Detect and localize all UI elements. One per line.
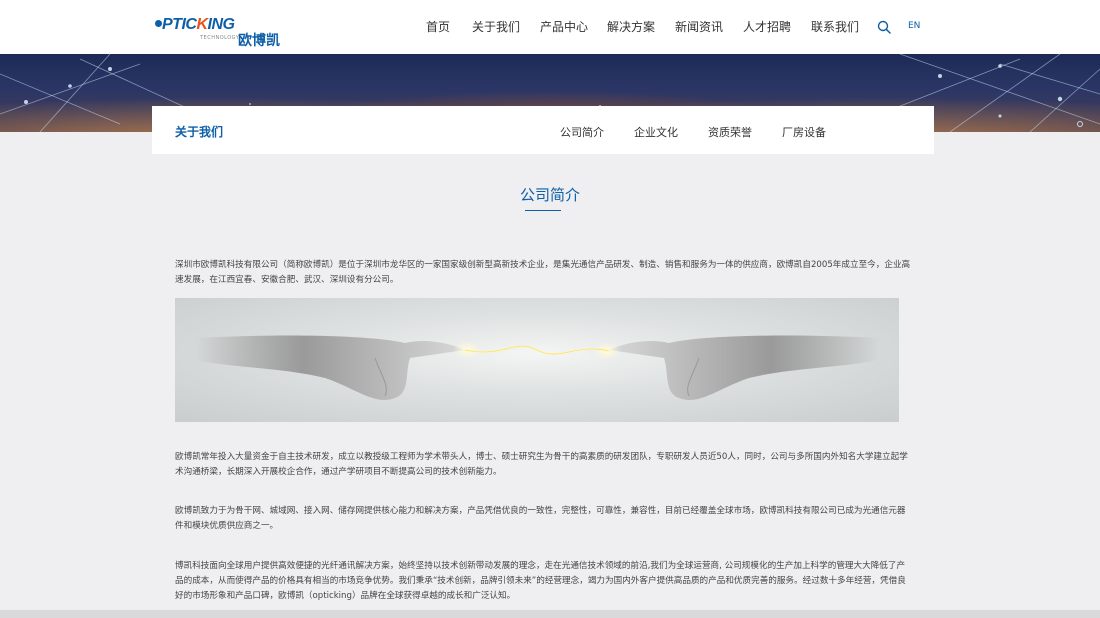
intro-paragraph-4: 博凯科技面向全球用户提供高效便捷的光纤通讯解决方案，始终坚持以技术创新带动发展的… xyxy=(175,561,906,601)
subnav-item-facilities[interactable]: 厂房设备 xyxy=(782,124,826,140)
page-title: 公司简介 xyxy=(519,186,580,204)
page-bottom-strip xyxy=(0,610,1100,618)
nav-item-contact[interactable]: 联系我们 xyxy=(811,18,859,35)
intro-paragraph-3: 欧博凯致力于为骨干网、城域网、接入网、储存网提供核心能力和解决方案，产品凭借优良… xyxy=(175,506,906,531)
title-underline xyxy=(525,210,561,211)
nav-item-careers[interactable]: 人才招聘 xyxy=(743,18,791,35)
language-switch[interactable]: EN xyxy=(908,21,920,31)
intro-paragraph-1: 深圳市欧博凯科技有限公司（简称欧博凯）是位于深圳市龙华区的一家国家级创新型高新技… xyxy=(175,260,911,285)
site-header: ​PTICKING TECHNOLOGY 欧博凯 首页 关于我们 产品中心 解决… xyxy=(0,0,1100,54)
search-icon[interactable] xyxy=(877,20,891,34)
main-nav: 首页 关于我们 产品中心 解决方案 新闻资讯 人才招聘 联系我们 xyxy=(0,18,1100,38)
subnav-item-culture[interactable]: 企业文化 xyxy=(634,124,678,140)
subnav-title: 关于我们 xyxy=(175,125,224,139)
subnav-item-profile[interactable]: 公司简介 xyxy=(560,124,604,140)
subnav-item-honors[interactable]: 资质荣誉 xyxy=(708,124,752,140)
intro-paragraph-2: 欧博凯常年投入大量资金于自主技术研发，成立以教授级工程师为学术带头人，博士、硕士… xyxy=(175,452,908,477)
nav-item-home[interactable]: 首页 xyxy=(426,18,450,35)
touching-hands-image xyxy=(175,298,899,422)
about-subnav: 关于我们 公司简介 企业文化 资质荣誉 厂房设备 xyxy=(152,106,934,154)
nav-item-products[interactable]: 产品中心 xyxy=(540,18,588,35)
nav-item-about[interactable]: 关于我们 xyxy=(472,18,520,35)
nav-item-solutions[interactable]: 解决方案 xyxy=(607,18,655,35)
nav-item-news[interactable]: 新闻资讯 xyxy=(675,18,723,35)
